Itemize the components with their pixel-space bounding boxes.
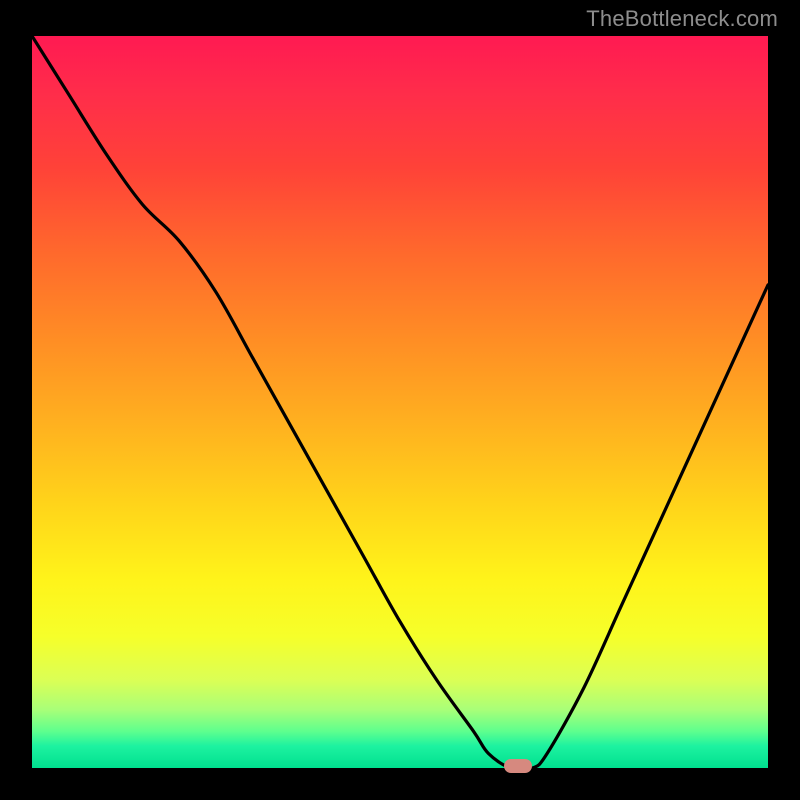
plot-area — [32, 36, 768, 768]
optimal-marker — [504, 759, 532, 773]
watermark-text: TheBottleneck.com — [586, 6, 778, 32]
bottleneck-curve — [32, 36, 768, 768]
chart-frame: TheBottleneck.com — [0, 0, 800, 800]
